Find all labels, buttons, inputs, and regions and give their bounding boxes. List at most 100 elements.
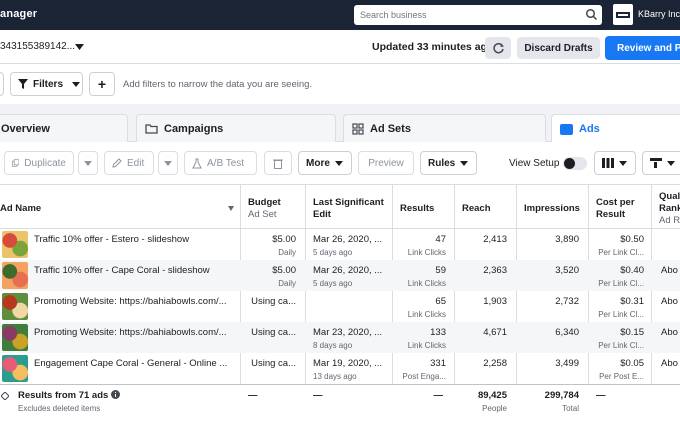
table-row[interactable]: Traffic 10% offer - Estero - slideshow $5…	[0, 229, 680, 260]
ad-thumbnail[interactable]	[2, 355, 28, 382]
discard-drafts-button[interactable]: Discard Drafts	[517, 37, 600, 59]
ad-account-selector[interactable]: 343155389142...	[0, 41, 75, 52]
ads-table: Ad Name Budget Ad Set Last Significant Edi…	[0, 184, 680, 425]
ad-icon	[560, 123, 573, 135]
column-header-budget[interactable]: Budget Ad Set	[248, 197, 281, 221]
search-input[interactable]	[354, 5, 574, 25]
budget-cell: Using ca...	[251, 296, 296, 307]
more-button[interactable]: More	[298, 151, 352, 175]
toggle-knob	[564, 158, 575, 169]
filter-hint-text: Add filters to narrow the data you are s…	[123, 79, 313, 90]
business-name[interactable]: KBarry Inc.	[638, 9, 680, 19]
chevron-down-icon[interactable]	[75, 44, 84, 50]
filters-button[interactable]: Filters	[10, 72, 83, 96]
results-cell: 65 Link Clicks	[407, 296, 446, 319]
table-row[interactable]: Traffic 10% offer - Cape Coral - slidesh…	[0, 260, 680, 291]
column-header-reach[interactable]: Reach	[462, 203, 491, 215]
column-header-results[interactable]: Results	[400, 203, 434, 215]
table-row[interactable]: Engagement Cape Coral - General - Online…	[0, 353, 680, 384]
quality-ranking-cell: Abo	[661, 296, 678, 307]
reach-cell: 4,671	[483, 327, 507, 338]
expand-icon[interactable]	[1, 392, 9, 400]
search-box[interactable]	[354, 5, 602, 25]
tab-overview[interactable]: Overview	[0, 114, 128, 142]
edit-button[interactable]: Edit	[104, 151, 154, 175]
ad-thumbnail[interactable]	[2, 293, 28, 320]
quality-ranking-cell: Abo	[661, 358, 678, 369]
filters-label: Filters	[33, 78, 64, 90]
budget-cell: Using ca...	[251, 327, 296, 338]
tab-campaigns[interactable]: Campaigns	[136, 114, 336, 142]
duplicate-label: Duplicate	[24, 157, 66, 169]
pencil-icon	[112, 158, 122, 168]
last-updated-status: Updated 33 minutes ago	[372, 41, 494, 53]
budget-cell: $5.00 Daily	[272, 234, 296, 257]
ab-test-button[interactable]: A/B Test	[184, 151, 257, 175]
columns-icon	[602, 158, 614, 168]
duplicate-menu-button[interactable]	[78, 151, 98, 175]
info-icon[interactable]	[110, 390, 120, 399]
results-cell: 59 Link Clicks	[407, 265, 446, 288]
reach-cell: 2,363	[483, 265, 507, 276]
business-logo-icon	[616, 11, 630, 18]
ad-thumbnail[interactable]	[2, 324, 28, 351]
footer-results: —	[433, 390, 444, 401]
folder-icon	[145, 124, 158, 134]
ad-name-link[interactable]: Promoting Website: https://bahiabowls.co…	[34, 296, 227, 307]
results-cell: 331 Post Enga...	[402, 358, 446, 381]
ad-name-link[interactable]: Traffic 10% offer - Cape Coral - slidesh…	[34, 265, 210, 276]
table-row[interactable]: Promoting Website: https://bahiabowls.co…	[0, 322, 680, 353]
refresh-icon	[492, 42, 504, 53]
business-avatar[interactable]	[613, 4, 633, 25]
reach-cell: 1,903	[483, 296, 507, 307]
last-edit-cell: Mar 26, 2020, ... 5 days ago	[313, 265, 383, 288]
column-header-last-edit[interactable]: Last Significant Edit	[313, 197, 384, 221]
column-header-quality[interactable]: QualiRankAd R	[659, 191, 680, 227]
tab-label: Campaigns	[164, 122, 224, 135]
ad-name-link[interactable]: Engagement Cape Coral - General - Online…	[34, 358, 227, 369]
column-header-cost-per-result[interactable]: Cost per Result	[596, 197, 635, 221]
ab-test-label: A/B Test	[207, 157, 245, 169]
ad-name-link[interactable]: Traffic 10% offer - Estero - slideshow	[34, 234, 189, 245]
footer-impressions: 299,784 Total	[544, 390, 579, 413]
ad-thumbnail[interactable]	[2, 231, 28, 258]
reach-cell: 2,258	[483, 358, 507, 369]
results-cell: 133 Link Clicks	[407, 327, 446, 350]
tab-ad-sets[interactable]: Ad Sets	[343, 114, 546, 142]
breakdown-button[interactable]	[642, 151, 680, 175]
duplicate-button[interactable]: Duplicate	[4, 151, 74, 175]
ad-name-link[interactable]: Promoting Website: https://bahiabowls.co…	[34, 327, 227, 338]
results-cell: 47 Link Clicks	[407, 234, 446, 257]
flask-icon	[192, 158, 202, 168]
table-footer: Results from 71 ads Excludes deleted ite…	[0, 384, 680, 425]
ad-thumbnail[interactable]	[2, 262, 28, 289]
delete-button[interactable]	[264, 151, 292, 175]
impressions-cell: 3,520	[555, 265, 579, 276]
refresh-button[interactable]	[485, 37, 511, 59]
rules-button[interactable]: Rules	[420, 151, 477, 175]
view-setup-toggle[interactable]	[563, 157, 587, 170]
impressions-cell: 3,890	[555, 234, 579, 245]
tab-ads[interactable]: Ads	[551, 114, 680, 143]
review-and-publish-button[interactable]: Review and Pu	[605, 36, 680, 60]
search-filter-stub[interactable]	[0, 72, 4, 96]
footer-budget: —	[248, 390, 258, 401]
add-filter-button[interactable]: +	[89, 72, 115, 96]
column-header-ad-name[interactable]: Ad Name	[0, 203, 41, 215]
footer-cost-per-result: —	[596, 390, 606, 401]
table-row[interactable]: Promoting Website: https://bahiabowls.co…	[0, 291, 680, 322]
column-header-impressions[interactable]: Impressions	[524, 203, 580, 215]
breakdown-icon	[650, 158, 662, 168]
cost-per-result-cell: $0.31 Per Link Cl...	[598, 296, 644, 319]
edit-menu-button[interactable]	[158, 151, 178, 175]
grid-icon	[352, 122, 364, 135]
preview-button[interactable]: Preview	[358, 151, 414, 175]
chevron-down-icon	[164, 160, 172, 166]
app-title: anager	[0, 8, 38, 20]
columns-button[interactable]	[594, 151, 636, 175]
sort-icon[interactable]	[228, 206, 234, 211]
cost-per-result-cell: $0.40 Per Link Cl...	[598, 265, 644, 288]
footer-summary: Results from 71 ads Excludes deleted ite…	[18, 390, 120, 414]
footer-last-edit: —	[313, 390, 323, 401]
search-icon[interactable]	[585, 8, 598, 21]
